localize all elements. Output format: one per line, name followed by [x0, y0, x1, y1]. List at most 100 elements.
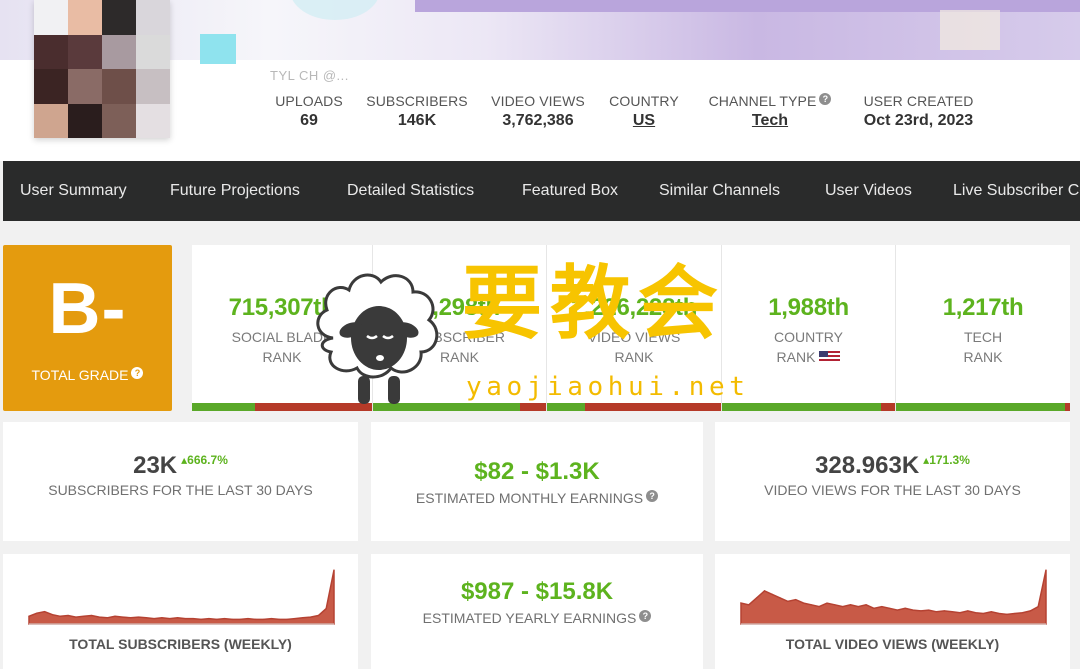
chart-data-point	[309, 616, 312, 618]
chart-data-point	[1014, 612, 1016, 615]
stat-video-views: VIDEO VIEWS 3,762,386	[490, 93, 586, 130]
stat-label: CHANNEL TYPE	[708, 93, 817, 109]
grade-label: TOTAL GRADE	[31, 367, 129, 383]
chart-data-point	[826, 602, 828, 604]
chart-data-point	[223, 618, 226, 620]
card-value: $82 - $1.3K	[474, 458, 600, 485]
chart-data-point	[990, 611, 992, 613]
stat-label: COUNTRY	[609, 93, 679, 109]
help-icon[interactable]: ?	[646, 490, 659, 502]
channel-type-link[interactable]: Tech	[703, 112, 837, 130]
nav-future-projections[interactable]: Future Projections	[170, 161, 300, 221]
chart-data-point	[67, 614, 69, 617]
change-badge: ▴171.3%	[923, 453, 970, 467]
chart-data-point	[145, 617, 147, 619]
rank-value: 1,988th	[768, 294, 849, 321]
chart-card-total-video-views: TOTAL VIDEO VIEWS (WEEKLY)	[715, 554, 1070, 669]
nav-bar: User Summary Future Projections Detailed…	[3, 161, 1080, 221]
chart-data-point	[153, 618, 155, 620]
channel-header: TYL CH @... UPLOADS 69 SUBSCRIBERS 146K …	[0, 0, 1080, 161]
chart-data-point	[106, 617, 108, 619]
chart-data-point	[208, 618, 210, 620]
chart-data-point	[161, 617, 163, 619]
chart-data-point	[51, 614, 54, 616]
chart-data-point	[842, 606, 844, 608]
stat-uploads: UPLOADS 69	[275, 93, 343, 130]
chart-data-point	[169, 618, 171, 620]
stat-label: USER CREATED	[863, 93, 974, 109]
chart-data-point	[239, 618, 241, 620]
rank-label: TECH RANK	[963, 329, 1003, 365]
chart-area-series	[740, 569, 1047, 625]
chart-data-point	[834, 604, 836, 606]
country-link[interactable]: US	[608, 112, 680, 130]
chart-data-point	[998, 612, 1000, 615]
card-label: VIDEO VIEWS FOR THE LAST 30 DAYS	[764, 482, 1021, 498]
help-icon[interactable]: ?	[131, 367, 144, 379]
rank-label: SOCIAL BLADE RANK	[231, 329, 333, 365]
chart-data-point	[216, 618, 218, 620]
nav-detailed-statistics[interactable]: Detailed Statistics	[347, 161, 474, 221]
nav-featured-box[interactable]: Featured Box	[522, 161, 618, 221]
card-value: 328.963K	[815, 452, 920, 479]
chart-data-point	[278, 618, 280, 620]
channel-avatar[interactable]	[34, 0, 170, 138]
chart-data-point	[122, 616, 124, 618]
chart-data-point	[928, 609, 930, 611]
rank-progress-bar	[896, 403, 1070, 411]
help-icon[interactable]: ?	[819, 93, 832, 105]
chart-data-point	[44, 611, 46, 613]
chart-data-point	[98, 616, 100, 618]
chart-data-point	[302, 617, 304, 619]
chart-data-point	[1021, 612, 1024, 614]
card-video-views-30-days: 328.963K ▴171.3% VIDEO VIEWS FOR THE LAST…	[715, 422, 1070, 541]
stat-country: COUNTRY US	[608, 93, 680, 130]
stat-label: SUBSCRIBERS	[366, 93, 468, 109]
chart-data-point	[756, 597, 758, 599]
card-label: ESTIMATED YEARLY EARNINGS	[422, 610, 637, 626]
stat-subscribers: SUBSCRIBERS 146K	[366, 93, 468, 130]
chart-data-point	[912, 609, 914, 611]
chart-data-point	[810, 604, 812, 606]
chart-data-point	[247, 618, 249, 620]
nav-similar-channels[interactable]: Similar Channels	[659, 161, 780, 221]
chart-data-point	[740, 602, 742, 604]
chart-data-point	[1029, 610, 1031, 612]
chart-data-point	[28, 615, 30, 617]
rank-value: 2,298th	[419, 294, 500, 321]
chart-data-point	[36, 612, 38, 614]
chart-data-point	[935, 611, 938, 613]
chart-data-point	[137, 616, 140, 618]
chart-data-point	[943, 610, 945, 612]
rank-value: 2,226,228th	[570, 294, 698, 321]
chart-data-point	[263, 618, 265, 620]
chart-data-point	[857, 606, 859, 608]
chart-data-point	[803, 602, 805, 604]
chart-data-point	[130, 617, 132, 619]
stat-value: 146K	[397, 112, 437, 129]
chart-card-total-subscribers: TOTAL SUBSCRIBERS (WEEKLY)	[3, 554, 358, 669]
stat-channel-type: CHANNEL TYPE? Tech	[703, 93, 837, 130]
chart-data-point	[75, 616, 77, 618]
chart-data-point	[967, 610, 969, 612]
help-icon[interactable]: ?	[639, 610, 652, 622]
card-label: ESTIMATED MONTHLY EARNINGS	[415, 490, 644, 506]
nav-live-subscriber-count[interactable]: Live Subscriber Count	[953, 161, 1080, 221]
chart-data-point	[959, 612, 961, 614]
nav-user-videos[interactable]: User Videos	[825, 161, 912, 221]
card-value: $987 - $15.8K	[460, 578, 614, 605]
chart-data-point	[849, 604, 852, 606]
chart-data-point	[873, 607, 875, 609]
nav-user-summary[interactable]: User Summary	[20, 161, 127, 221]
chart-data-point	[114, 615, 116, 617]
chart-data-point	[889, 607, 891, 609]
chart-data-point	[951, 611, 953, 613]
chart-data-point	[779, 597, 781, 599]
chart-data-point	[763, 590, 766, 592]
chart-data-point	[200, 618, 202, 620]
card-yearly-earnings: $987 - $15.8K ESTIMATED YEARLY EARNINGS?	[371, 554, 703, 669]
chart-data-point	[920, 610, 922, 612]
chart-data-point	[270, 618, 272, 620]
chart-area-series	[28, 569, 335, 625]
change-badge: ▴666.7%	[181, 453, 228, 467]
